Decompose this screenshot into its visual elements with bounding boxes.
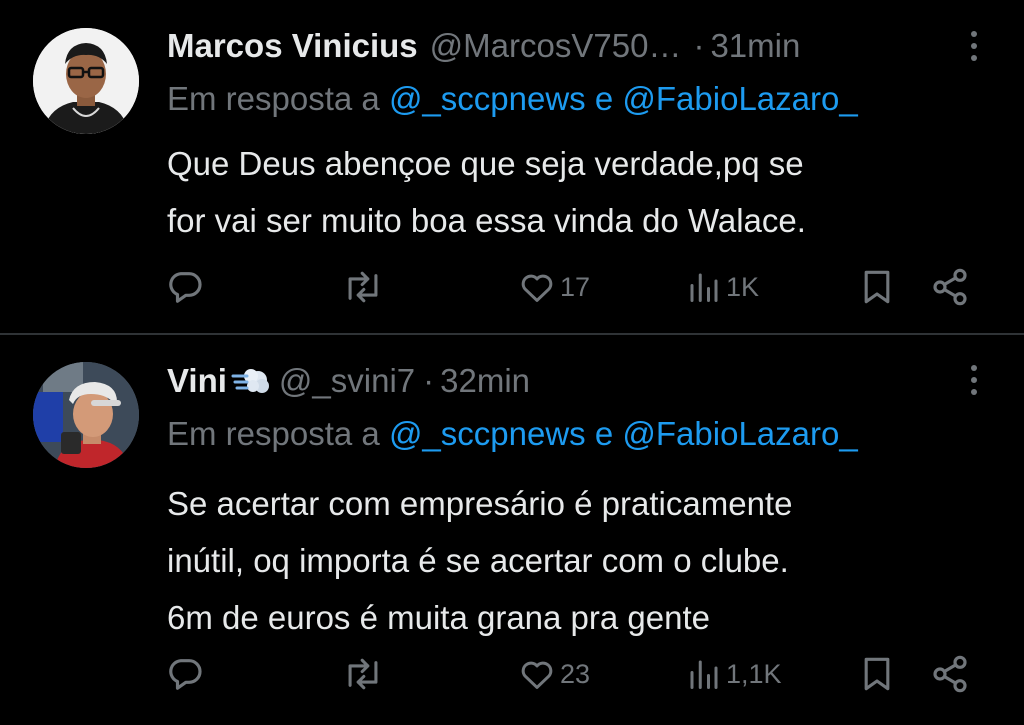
- reply-prefix: Em resposta a: [167, 415, 380, 452]
- mention-link[interactable]: @_sccpnews: [389, 80, 586, 117]
- avatar[interactable]: [33, 28, 139, 134]
- bookmark-icon: [860, 655, 894, 693]
- author-name[interactable]: Marcos Vinicius: [167, 27, 418, 65]
- views-button[interactable]: 1K: [686, 262, 759, 312]
- tweet-text-line: inútil, oq importa é se acertar com o cl…: [167, 542, 789, 579]
- share-icon: [930, 654, 970, 694]
- like-button[interactable]: 17: [518, 262, 590, 312]
- retweet-icon: [342, 654, 384, 694]
- view-count: 1K: [726, 271, 760, 302]
- author-name[interactable]: Vini: [167, 362, 227, 400]
- like-button[interactable]: 23: [518, 649, 590, 699]
- separator-dot: ·: [693, 27, 705, 64]
- views-icon: [686, 269, 722, 305]
- reply-button[interactable]: [165, 262, 205, 312]
- like-count: 17: [560, 271, 591, 302]
- author-handle[interactable]: @_svini7: [279, 362, 415, 400]
- mention-link[interactable]: @_sccpnews: [389, 415, 586, 452]
- share-button[interactable]: [930, 262, 970, 312]
- tweet-text-line: Se acertar com empresário é praticamente: [167, 485, 793, 522]
- reply-and: e: [594, 80, 614, 117]
- like-count: 23: [560, 658, 591, 689]
- reply-context: Em resposta a @_sccpnews e @FabioLazaro_: [167, 415, 858, 459]
- timestamp[interactable]: 32min: [440, 362, 530, 400]
- timestamp[interactable]: 31min: [710, 27, 800, 65]
- tweet-text-line: Que Deus abençoe que seja verdade,pq se: [167, 145, 804, 182]
- tweet[interactable]: Marcos Vinicius @MarcosV750… · 31min Em …: [0, 0, 1024, 333]
- more-icon[interactable]: [968, 363, 980, 397]
- reply-prefix: Em resposta a: [167, 80, 380, 117]
- share-button[interactable]: [930, 649, 970, 699]
- more-icon[interactable]: [968, 29, 980, 63]
- mention-link[interactable]: @FabioLazaro_: [622, 415, 857, 452]
- views-icon: [686, 656, 722, 692]
- heart-icon: [518, 655, 556, 693]
- action-bar: 23 1,1K: [0, 649, 1024, 699]
- tweet-text: Que Deus abençoe que seja verdade,pq se …: [167, 135, 987, 249]
- view-count: 1,1K: [726, 658, 782, 689]
- reply-icon: [165, 267, 205, 307]
- dash-emoji-icon: [231, 364, 271, 398]
- tweet-text: Se acertar com empresário é praticamente…: [167, 475, 987, 646]
- mention-link[interactable]: @FabioLazaro_: [622, 80, 857, 117]
- bookmark-button[interactable]: [860, 262, 894, 312]
- tweet-header: Marcos Vinicius @MarcosV750… · 31min: [167, 24, 964, 68]
- heart-icon: [518, 268, 556, 306]
- tweet-text-line: for vai ser muito boa essa vinda do Wala…: [167, 202, 806, 239]
- reply-button[interactable]: [165, 649, 205, 699]
- avatar[interactable]: [33, 362, 139, 468]
- reply-and: e: [594, 415, 614, 452]
- author-handle[interactable]: @MarcosV750…: [430, 27, 682, 65]
- bookmark-button[interactable]: [860, 649, 894, 699]
- action-bar: 17 1K: [0, 262, 1024, 312]
- retweet-button[interactable]: [342, 262, 384, 312]
- separator-dot: ·: [423, 362, 435, 399]
- bookmark-icon: [860, 268, 894, 306]
- retweet-icon: [342, 267, 384, 307]
- retweet-button[interactable]: [342, 649, 384, 699]
- share-icon: [930, 267, 970, 307]
- tweet-header: Vini @_svini7 · 32min: [167, 359, 964, 403]
- tweet-text-line: 6m de euros é muita grana pra gente: [167, 599, 711, 636]
- reply-icon: [165, 654, 205, 694]
- reply-context: Em resposta a @_sccpnews e @FabioLazaro_: [167, 80, 858, 124]
- views-button[interactable]: 1,1K: [686, 649, 782, 699]
- tweet[interactable]: Vini @_svini7 · 32min Em resposta a @_sc…: [0, 335, 1024, 725]
